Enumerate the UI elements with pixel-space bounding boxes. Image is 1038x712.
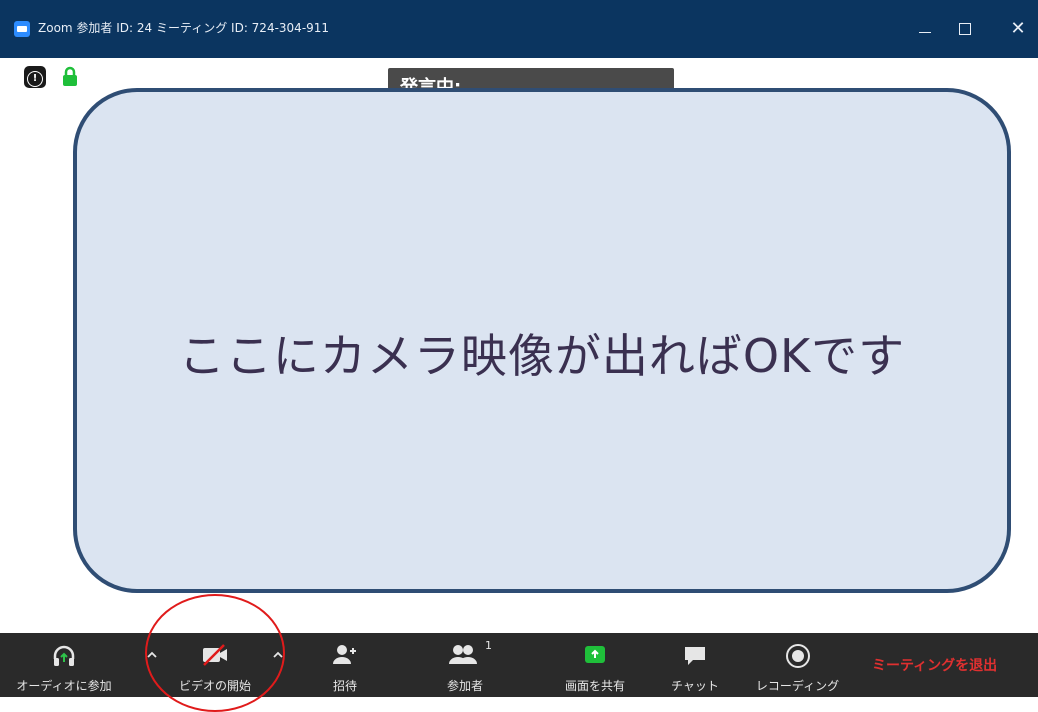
meeting-toolbar: オーディオに参加 ビデオの開始 招待 1 参加者 画面を共有 チャット レコーデ…	[0, 633, 1038, 697]
record-label: レコーディング	[755, 679, 840, 693]
window-title: Zoom 参加者 ID: 24 ミーティング ID: 724-304-911	[38, 21, 330, 35]
video-options-caret-icon[interactable]	[272, 649, 284, 661]
participants-icon	[449, 645, 477, 664]
invite-label: 招待	[332, 679, 357, 693]
invite-button[interactable]: 招待	[310, 633, 380, 697]
invite-icon	[333, 645, 356, 664]
close-button[interactable]: ✕	[998, 14, 1038, 44]
participants-label: 参加者	[446, 679, 483, 693]
share-screen-button[interactable]: 画面を共有	[540, 633, 650, 697]
zoom-logo-icon	[14, 21, 30, 37]
chat-icon	[685, 647, 705, 665]
share-screen-icon	[585, 646, 605, 663]
audio-options-caret-icon[interactable]	[146, 649, 158, 661]
meeting-area: ! 発言中: ここにカメラ映像が出ればOKです	[0, 58, 1038, 633]
title-bar: Zoom 参加者 ID: 24 ミーティング ID: 724-304-911 ✕	[0, 0, 1038, 58]
meeting-info-icon[interactable]: !	[24, 66, 46, 88]
camera-placeholder: ここにカメラ映像が出ればOKです	[73, 88, 1011, 593]
headphones-icon	[53, 645, 75, 666]
chat-button[interactable]: チャット	[660, 633, 730, 697]
start-video-button[interactable]: ビデオの開始	[160, 633, 270, 697]
leave-meeting-button[interactable]: ミーティングを退出	[872, 655, 997, 675]
participants-count: 1	[485, 639, 492, 652]
camera-message: ここにカメラ映像が出ればOKです	[178, 329, 906, 383]
record-button[interactable]: レコーディング	[740, 633, 855, 697]
lock-icon[interactable]	[60, 66, 80, 88]
maximize-button[interactable]	[945, 14, 985, 44]
join-audio-label: オーディオに参加	[16, 679, 112, 693]
join-audio-button[interactable]: オーディオに参加	[8, 633, 120, 697]
participants-button[interactable]: 1 参加者	[425, 633, 505, 697]
share-screen-label: 画面を共有	[564, 679, 625, 693]
video-off-icon	[203, 644, 227, 666]
minimize-button[interactable]	[905, 14, 945, 44]
start-video-label: ビデオの開始	[178, 679, 251, 693]
chat-label: チャット	[671, 679, 719, 693]
record-icon	[785, 644, 810, 668]
